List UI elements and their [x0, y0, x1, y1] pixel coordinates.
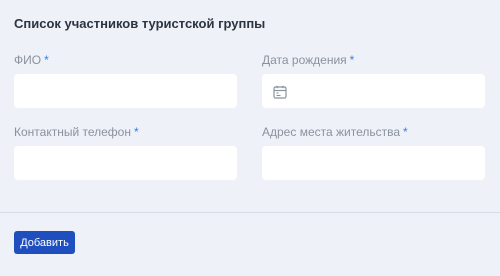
- address-label: Адрес места жительства *: [262, 125, 408, 139]
- birth-date-input[interactable]: [262, 74, 485, 108]
- participants-form: Список участников туристской группы ФИО *…: [0, 0, 500, 276]
- required-mark: *: [44, 53, 49, 67]
- fio-input[interactable]: [14, 74, 237, 108]
- phone-input[interactable]: [14, 146, 237, 180]
- form-title: Список участников туристской группы: [14, 16, 266, 31]
- birth-date-label-text: Дата рождения: [262, 53, 347, 67]
- required-mark: *: [133, 125, 139, 139]
- birth-date-label: Дата рождения *: [262, 53, 354, 67]
- fio-label: ФИО *: [14, 53, 49, 67]
- calendar-icon[interactable]: [273, 85, 287, 99]
- address-input[interactable]: [262, 146, 485, 180]
- fio-label-text: ФИО: [14, 53, 42, 67]
- phone-label-text: Контактный телефон: [14, 125, 131, 139]
- phone-label: Контактный телефон *: [14, 125, 139, 139]
- required-mark: *: [403, 125, 408, 139]
- add-button[interactable]: Добавить: [14, 231, 75, 254]
- address-label-text: Адрес места жительства: [262, 125, 401, 139]
- divider: [0, 212, 500, 213]
- required-mark: *: [349, 53, 355, 67]
